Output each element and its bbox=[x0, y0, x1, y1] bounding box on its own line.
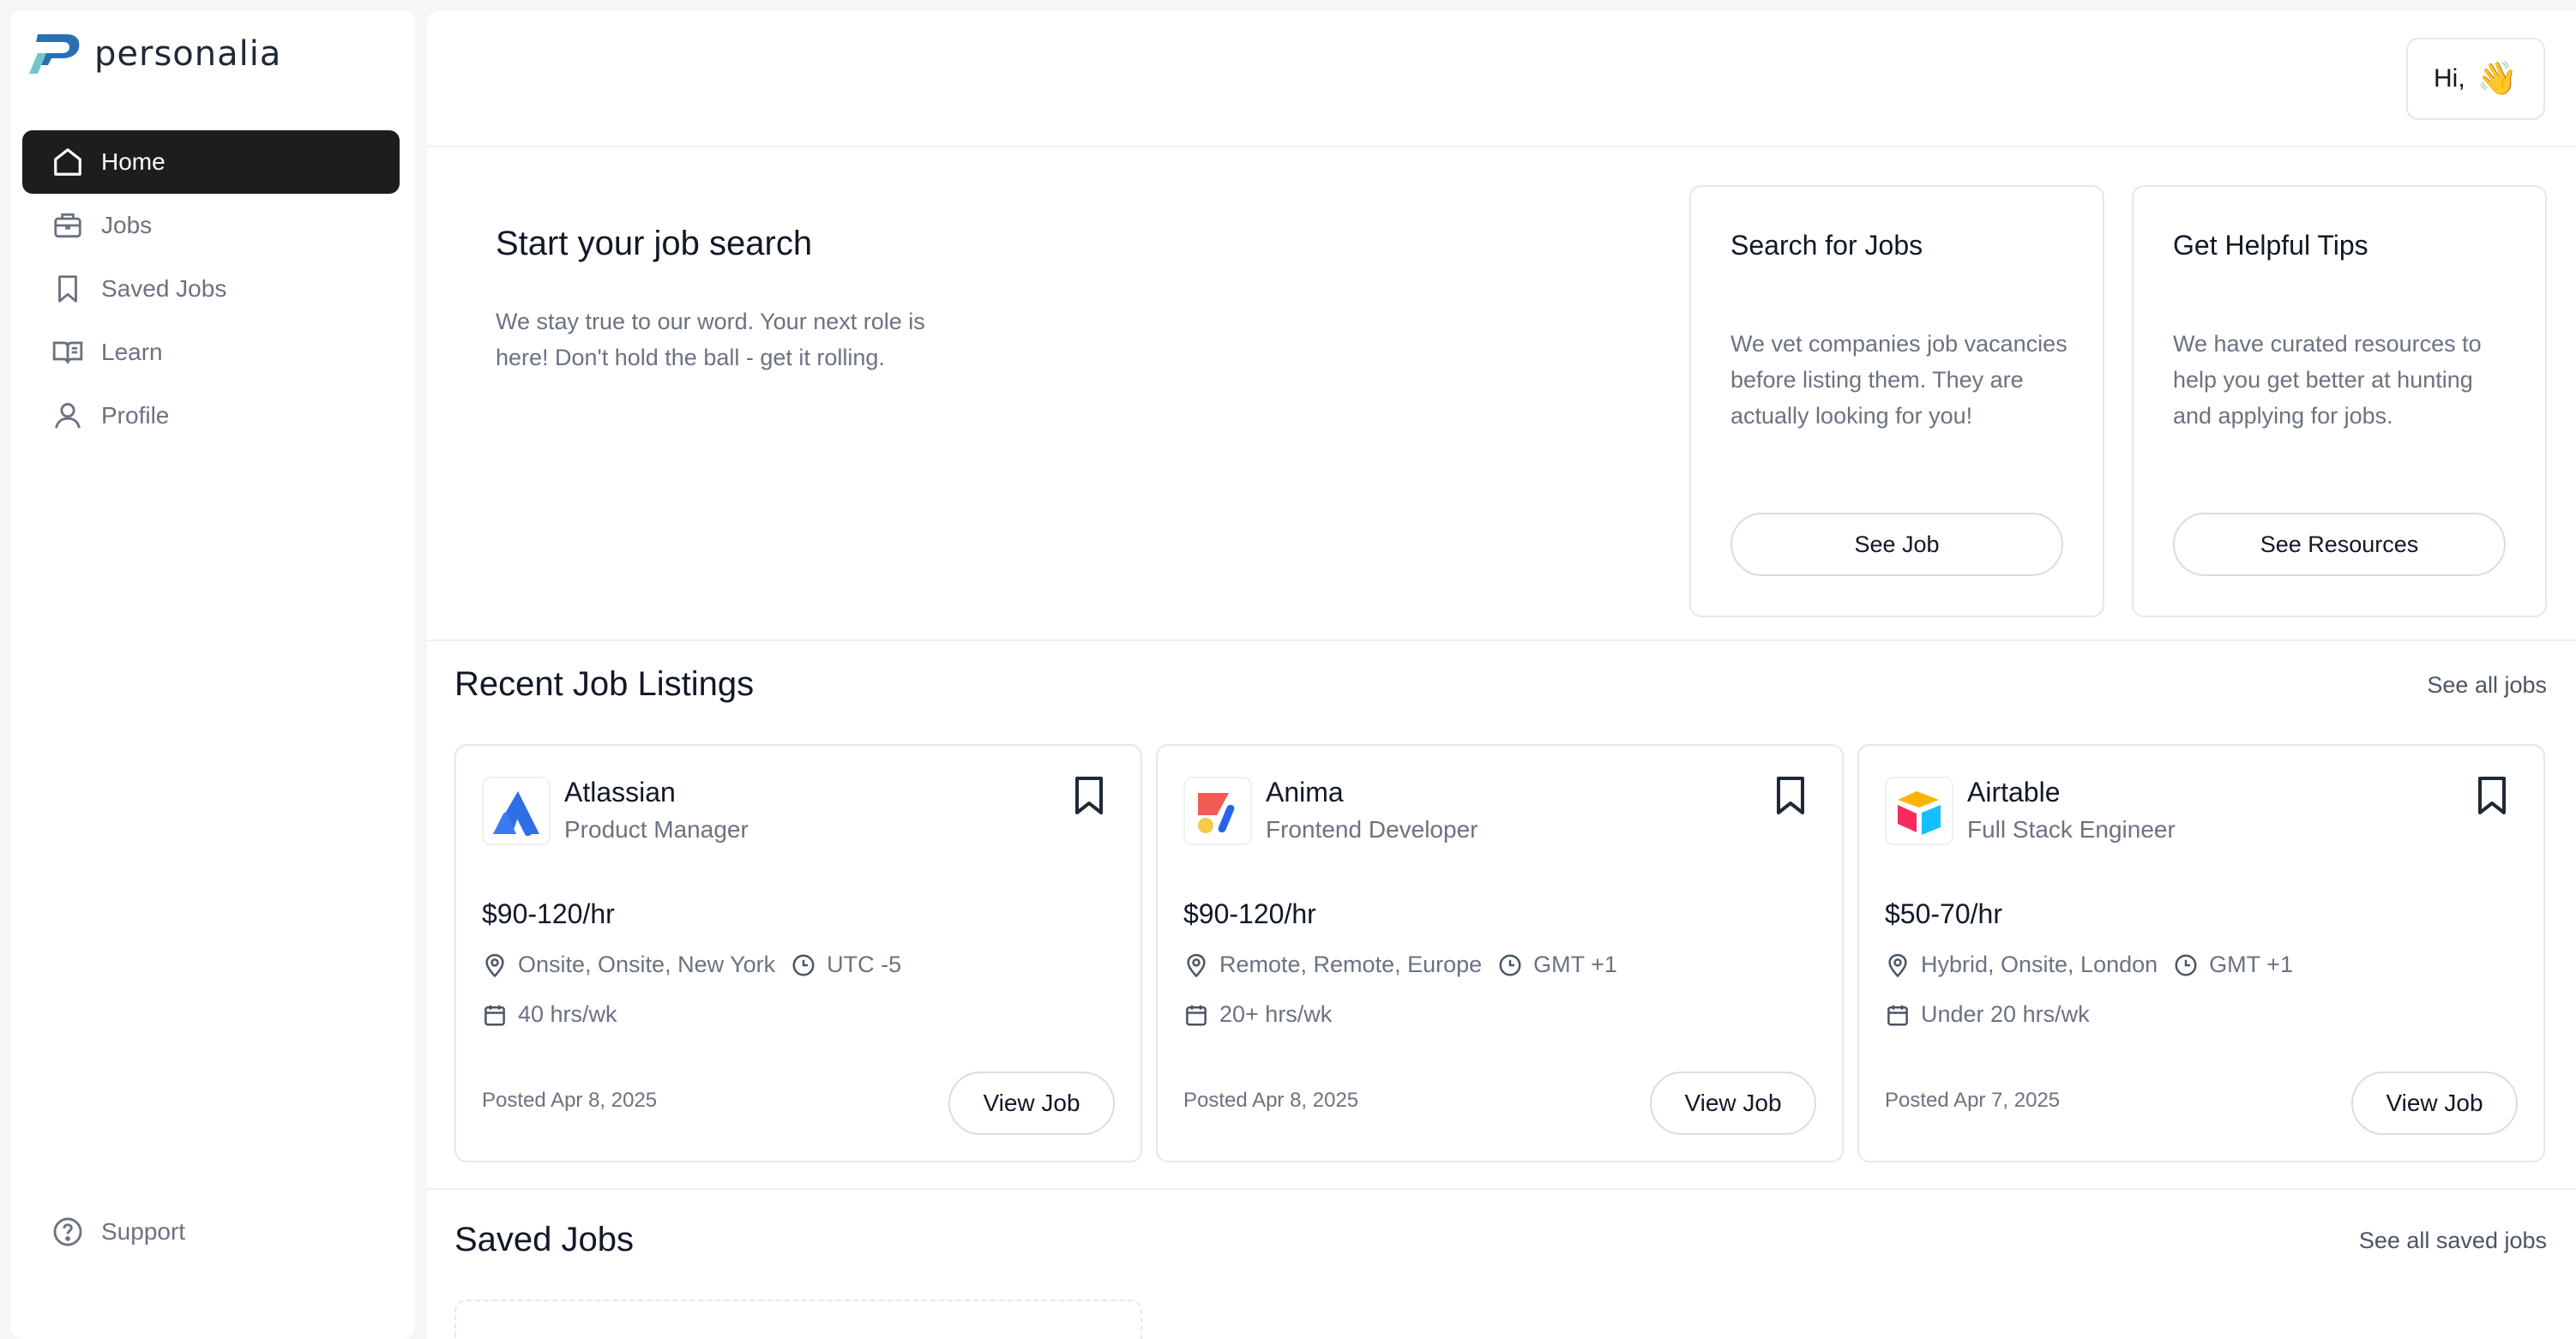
sidebar-item-label: Jobs bbox=[101, 212, 153, 238]
job-location-row: Onsite, Onsite, New York UTC -5 bbox=[482, 952, 901, 978]
tip-card-title: Get Helpful Tips bbox=[2173, 230, 2368, 261]
main-content: Hi, 👋 Start your job search We stay true… bbox=[427, 10, 2576, 1339]
job-location-row: Remote, Remote, Europe GMT +1 bbox=[1183, 952, 1617, 978]
hero-description: We stay true to our word. Your next role… bbox=[496, 309, 925, 370]
job-card[interactable]: Anima Frontend Developer $90-120/hr Remo… bbox=[1156, 744, 1844, 1162]
sidebar-item-label: Home bbox=[101, 148, 166, 175]
help-circle-icon bbox=[53, 1217, 82, 1246]
map-pin-icon bbox=[1888, 953, 1907, 977]
sidebar-item-label: Learn bbox=[101, 339, 163, 365]
job-timezone: GMT +1 bbox=[2209, 952, 2293, 977]
job-role: Frontend Developer bbox=[1266, 816, 1478, 843]
see-all-saved-jobs-link[interactable]: See all saved jobs bbox=[2359, 1228, 2547, 1254]
posted-date: Posted Apr 8, 2025 bbox=[1183, 1089, 1359, 1112]
view-job-button[interactable]: View Job bbox=[2351, 1072, 2518, 1135]
job-location-row: Hybrid, Onsite, London GMT +1 bbox=[1885, 952, 2293, 978]
job-card[interactable]: Airtable Full Stack Engineer $50-70/hr H… bbox=[1857, 744, 2545, 1162]
see-resources-button[interactable]: See Resources bbox=[2173, 513, 2506, 576]
brand-name: personalia bbox=[94, 34, 282, 74]
clock-icon bbox=[792, 954, 815, 976]
sidebar-item-saved-jobs[interactable]: Saved Jobs bbox=[22, 257, 400, 321]
sidebar-item-learn[interactable]: Learn bbox=[22, 321, 400, 384]
hero-section: Start your job search We stay true to ou… bbox=[427, 147, 2576, 641]
waving-hand-icon: 👋 bbox=[2477, 61, 2518, 97]
clock-icon bbox=[2175, 954, 2197, 976]
bookmark-icon[interactable] bbox=[1072, 775, 1106, 816]
brand[interactable]: personalia bbox=[26, 27, 281, 81]
sidebar-item-home[interactable]: Home bbox=[22, 130, 400, 194]
job-hours-row: Under 20 hrs/wk bbox=[1885, 1001, 2090, 1028]
support-label: Support bbox=[101, 1218, 186, 1245]
pay-rate: $90-120/hr bbox=[1183, 898, 1316, 929]
calendar-icon bbox=[485, 1005, 505, 1025]
job-hours: 20+ hrs/wk bbox=[1219, 1001, 1333, 1027]
view-job-button[interactable]: View Job bbox=[1650, 1072, 1816, 1135]
company-logo bbox=[1183, 777, 1252, 845]
sidebar-nav: Home Jobs Saved Jobs Learn Profile bbox=[22, 130, 400, 447]
job-hours-row: 40 hrs/wk bbox=[482, 1001, 617, 1028]
saved-job-placeholder bbox=[454, 1300, 1142, 1339]
job-hours-row: 20+ hrs/wk bbox=[1183, 1001, 1332, 1028]
sidebar-item-profile[interactable]: Profile bbox=[22, 384, 400, 447]
briefcase-icon bbox=[54, 213, 81, 238]
sidebar: personalia Home Jobs Saved Jobs Learn Pr… bbox=[10, 10, 415, 1339]
job-location: Hybrid, Onsite, London bbox=[1921, 952, 2158, 977]
company-logo bbox=[1885, 777, 1953, 845]
atlassian-logo-icon bbox=[493, 791, 539, 837]
map-pin-icon bbox=[485, 953, 504, 977]
calendar-icon bbox=[1887, 1005, 1908, 1025]
user-icon bbox=[55, 403, 81, 429]
job-timezone: GMT +1 bbox=[1533, 952, 1617, 977]
job-location: Remote, Remote, Europe bbox=[1219, 952, 1483, 977]
view-job-button[interactable]: View Job bbox=[948, 1072, 1115, 1135]
company-name: Anima bbox=[1266, 777, 1344, 808]
job-timezone: UTC -5 bbox=[827, 952, 902, 977]
clock-icon bbox=[1499, 954, 1521, 976]
tip-card-search-jobs: Search for Jobs We vet companies job vac… bbox=[1689, 185, 2104, 617]
hero-title: Start your job search bbox=[496, 225, 813, 262]
section-divider bbox=[427, 1188, 2576, 1190]
app-root: personalia Home Jobs Saved Jobs Learn Pr… bbox=[0, 0, 2576, 1339]
tip-card-body: We vet companies job vacancies before li… bbox=[1730, 331, 2067, 429]
tip-card-title: Search for Jobs bbox=[1730, 230, 1923, 261]
anima-logo-icon bbox=[1198, 793, 1235, 833]
bookmark-icon[interactable] bbox=[2475, 775, 2509, 816]
job-hours: Under 20 hrs/wk bbox=[1921, 1001, 2090, 1027]
map-pin-icon bbox=[1187, 953, 1206, 977]
pay-rate: $50-70/hr bbox=[1885, 898, 2002, 929]
sidebar-item-label: Profile bbox=[101, 402, 170, 429]
bookmark-icon[interactable] bbox=[1773, 775, 1808, 816]
job-card[interactable]: Atlassian Product Manager $90-120/hr Ons… bbox=[454, 744, 1142, 1162]
pay-rate: $90-120/hr bbox=[482, 898, 615, 929]
see-job-button[interactable]: See Job bbox=[1730, 513, 2063, 576]
bookmark-icon bbox=[58, 275, 77, 303]
calendar-icon bbox=[1186, 1005, 1207, 1025]
personalia-logo-icon bbox=[29, 34, 80, 74]
job-hours: 40 hrs/wk bbox=[518, 1001, 617, 1027]
sidebar-item-label: Saved Jobs bbox=[101, 275, 227, 302]
company-logo bbox=[482, 777, 551, 845]
support-link[interactable]: Support bbox=[51, 1216, 185, 1248]
company-name: Atlassian bbox=[564, 777, 676, 808]
job-location: Onsite, Onsite, New York bbox=[518, 952, 776, 977]
top-bar: Hi, 👋 bbox=[427, 10, 2576, 147]
tip-card-body: We have curated resources to help you ge… bbox=[2173, 331, 2482, 429]
job-role: Full Stack Engineer bbox=[1967, 816, 2176, 843]
company-name: Airtable bbox=[1967, 777, 2061, 808]
sidebar-item-jobs[interactable]: Jobs bbox=[22, 194, 400, 257]
greeting-button[interactable]: Hi, 👋 bbox=[2406, 38, 2545, 120]
airtable-logo-icon bbox=[1898, 791, 1941, 835]
job-role: Product Manager bbox=[564, 816, 749, 843]
saved-jobs-title: Saved Jobs bbox=[454, 1221, 635, 1258]
posted-date: Posted Apr 7, 2025 bbox=[1885, 1089, 2061, 1112]
recent-listings-title: Recent Job Listings bbox=[454, 665, 755, 703]
see-all-jobs-link[interactable]: See all jobs bbox=[2427, 672, 2547, 699]
tip-card-helpful-tips: Get Helpful Tips We have curated resourc… bbox=[2132, 185, 2547, 617]
book-icon bbox=[52, 341, 83, 363]
greeting-text: Hi, bbox=[2434, 64, 2465, 93]
home-icon bbox=[54, 148, 81, 176]
posted-date: Posted Apr 8, 2025 bbox=[482, 1089, 658, 1112]
